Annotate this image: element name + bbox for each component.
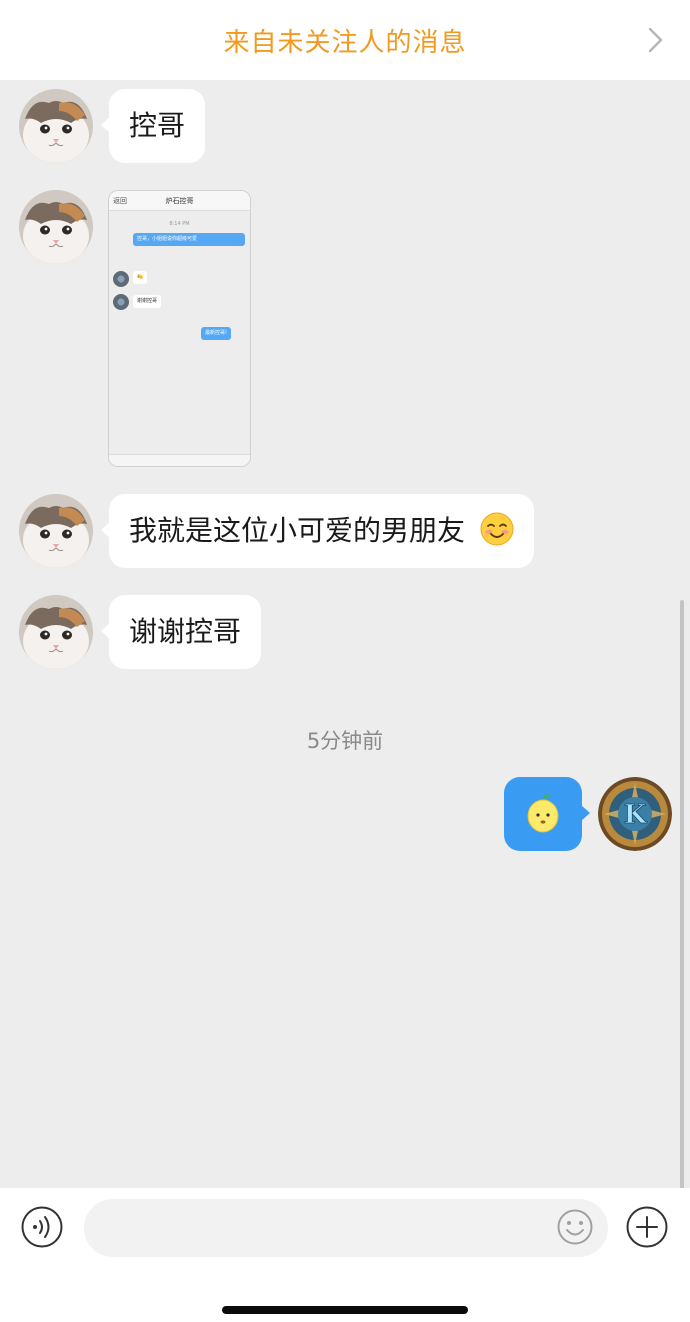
emoji-icon[interactable] — [557, 1209, 593, 1245]
cat-avatar[interactable] — [19, 494, 93, 568]
blushing-smile-emoji — [480, 512, 514, 546]
message-bubble[interactable]: 我就是这位小可爱的男朋友 — [101, 494, 534, 568]
chevron-right-icon — [648, 27, 663, 53]
screenshot-time: 8:14 PM — [169, 221, 190, 227]
home-indicator[interactable] — [222, 1306, 468, 1314]
screenshot-bubble: 控哥，小姐姐说你超级可爱 — [133, 233, 245, 246]
cat-avatar[interactable] — [19, 89, 93, 163]
input-bar — [0, 1188, 690, 1322]
screenshot-input-bar — [109, 454, 250, 466]
cat-avatar[interactable] — [19, 595, 93, 669]
chat-scrollbar[interactable] — [680, 600, 684, 1268]
unfollowed-messages-banner[interactable]: 来自未关注人的消息 — [0, 0, 690, 80]
my-message-bubble[interactable] — [504, 777, 590, 851]
screenshot-avatar — [113, 271, 129, 287]
screenshot-bubble: 谢谢控哥 — [133, 295, 162, 308]
plus-icon[interactable] — [626, 1206, 668, 1248]
cat-avatar[interactable] — [19, 190, 93, 264]
screenshot-header: 返回 炉石控哥 — [109, 191, 250, 211]
message-text: 我就是这位小可爱的男朋友 — [129, 514, 466, 547]
lemon-face-sticker — [527, 794, 559, 833]
screenshot-title: 炉石控哥 — [165, 196, 194, 205]
image-message-screenshot[interactable]: 返回 炉石控哥 8:14 PM 控哥，小姐姐说你超级可爱 🍋 谢谢控哥 最新控哥… — [108, 190, 251, 467]
message-text: 谢谢控哥 — [129, 615, 242, 648]
message-text: 控哥 — [129, 109, 186, 142]
banner-title: 来自未关注人的消息 — [223, 27, 467, 58]
screenshot-avatar — [113, 294, 129, 310]
voice-icon[interactable] — [21, 1206, 63, 1248]
chat-area[interactable]: 控哥 返回 炉石控哥 8:14 PM 控哥，小姐姐说你超级可爱 🍋 谢谢控哥 最… — [0, 80, 690, 1268]
message-timestamp: 5分钟前 — [306, 729, 384, 753]
message-input[interactable] — [84, 1199, 608, 1257]
my-avatar[interactable]: K — [598, 777, 672, 851]
svg-text:K: K — [624, 800, 648, 830]
screenshot-bubble: 🍋 — [133, 271, 148, 284]
screenshot-bubble: 最新控哥! — [201, 327, 232, 340]
message-bubble[interactable]: 控哥 — [100, 89, 206, 163]
screenshot-back-label: 返回 — [113, 197, 127, 205]
message-bubble[interactable]: 谢谢控哥 — [100, 595, 262, 669]
